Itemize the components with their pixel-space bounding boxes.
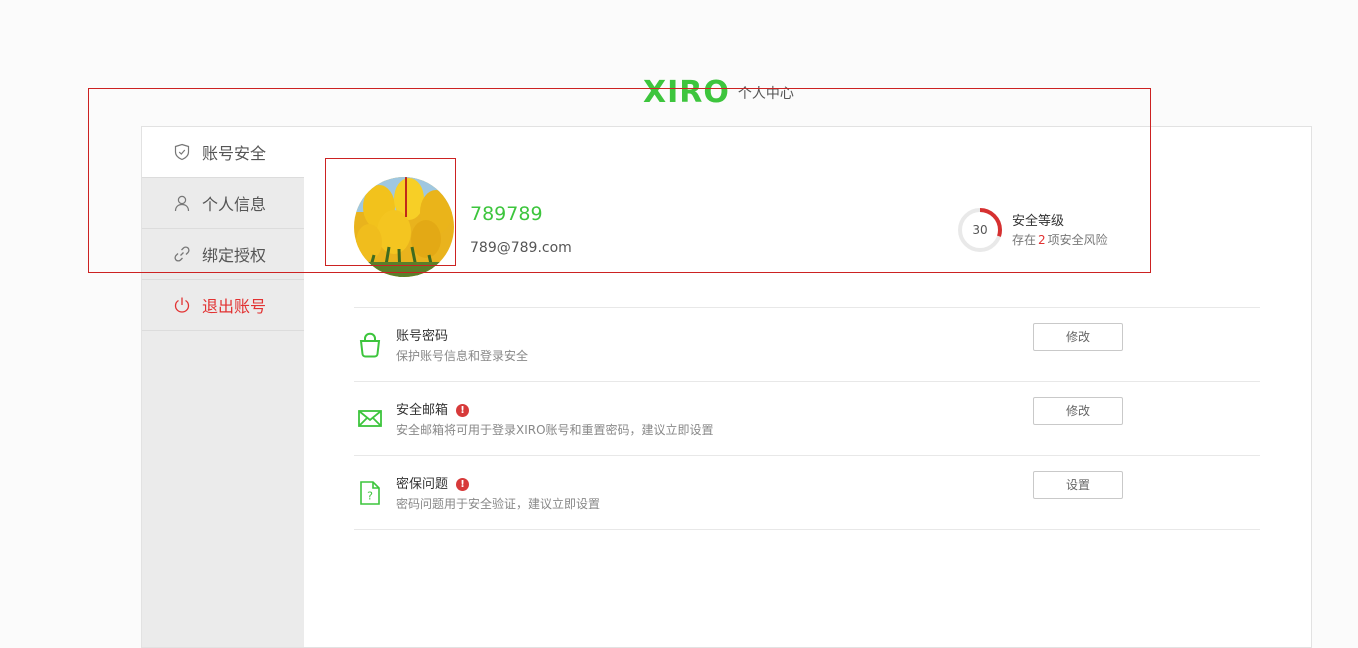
item-desc: 安全邮箱将可用于登录XIRO账号和重置密码，建议立即设置	[396, 423, 714, 437]
question-doc-icon: ?	[358, 480, 382, 506]
security-item-list: 账号密码 保护账号信息和登录安全 修改 安全邮箱! 安全邮箱将可用于登录XIRO…	[354, 307, 1260, 530]
list-item-email: 安全邮箱! 安全邮箱将可用于登录XIRO账号和重置密码，建议立即设置 修改	[354, 382, 1260, 456]
sidebar-item-personal-info[interactable]: 个人信息	[142, 178, 304, 229]
item-title: 安全邮箱!	[396, 399, 470, 418]
item-title-text: 安全邮箱	[396, 403, 449, 418]
modify-password-button[interactable]: 修改	[1033, 323, 1123, 351]
security-score: 30	[972, 223, 988, 237]
sidebar-item-account-security[interactable]: 账号安全	[142, 127, 304, 178]
security-risk-desc: 存在 2 项安全风险	[1012, 231, 1108, 248]
risk-count: 2	[1038, 233, 1046, 247]
page-header: XIRO 个人中心	[643, 78, 794, 108]
sidebar: 账号安全 个人信息 绑定授权 退出账号	[142, 127, 304, 647]
username: 789789	[470, 203, 543, 225]
sidebar-item-label: 退出账号	[202, 297, 267, 316]
user-icon	[172, 193, 192, 213]
sidebar-item-label: 绑定授权	[202, 246, 267, 265]
list-item-password: 账号密码 保护账号信息和登录安全 修改	[354, 308, 1260, 382]
item-desc: 密码问题用于安全验证，建议立即设置	[396, 497, 601, 511]
item-title-text: 密保问题	[396, 477, 449, 492]
user-email: 789@789.com	[470, 240, 572, 256]
item-title: 密保问题!	[396, 473, 470, 492]
item-title: 账号密码	[396, 329, 449, 344]
sidebar-item-bind-auth[interactable]: 绑定授权	[142, 229, 304, 280]
xiro-logo[interactable]: XIRO	[643, 78, 730, 108]
warning-icon: !	[456, 404, 470, 417]
svg-text:?: ?	[367, 490, 373, 503]
set-question-button[interactable]: 设置	[1033, 471, 1123, 499]
sidebar-item-label: 个人信息	[202, 195, 267, 214]
modify-email-button[interactable]: 修改	[1033, 397, 1123, 425]
profile-card: 789789 789@789.com 30 安全等级 存在 2 项安全风险	[354, 177, 1260, 277]
main-panel: 账号安全 个人信息 绑定授权 退出账号 789789 789@789.com 3…	[141, 126, 1312, 648]
item-desc: 保护账号信息和登录安全	[396, 349, 529, 363]
mail-icon	[358, 406, 382, 432]
shield-icon	[172, 142, 192, 162]
page-subtitle: 个人中心	[737, 86, 794, 102]
link-icon	[172, 244, 192, 264]
power-icon	[172, 295, 192, 315]
avatar[interactable]	[354, 177, 454, 277]
risk-desc-suffix: 项安全风险	[1047, 233, 1108, 247]
lock-icon	[358, 332, 382, 358]
security-level: 30 安全等级 存在 2 项安全风险	[957, 207, 1157, 253]
sidebar-item-logout[interactable]: 退出账号	[142, 280, 304, 331]
sidebar-item-label: 账号安全	[202, 144, 267, 163]
risk-desc-prefix: 存在	[1012, 233, 1037, 247]
warning-icon: !	[456, 478, 470, 491]
security-level-title: 安全等级	[1012, 214, 1065, 229]
list-item-security-question: ? 密保问题! 密码问题用于安全验证，建议立即设置 设置	[354, 456, 1260, 530]
